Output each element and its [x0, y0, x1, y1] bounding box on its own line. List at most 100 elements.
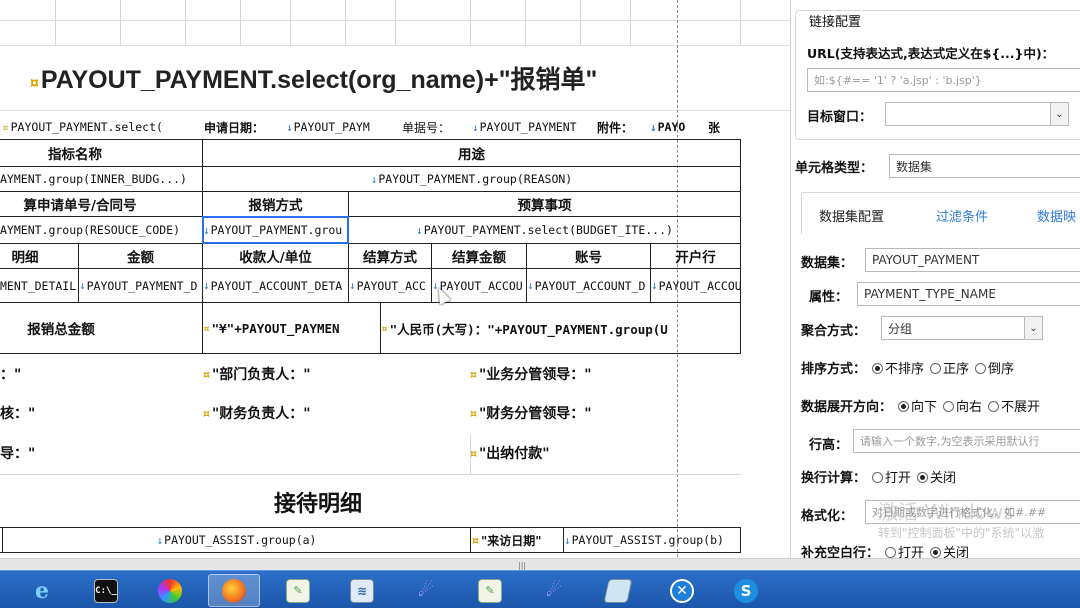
cell-sign-2[interactable]: 核：" [0, 401, 60, 425]
activation-watermark-sub: 转到"控制面板"中的"系统"以激 [878, 526, 1045, 540]
cell-total-label[interactable]: 报销总金额 [0, 303, 122, 353]
radio-sort-asc[interactable] [930, 363, 942, 374]
radio-expand-down[interactable] [898, 401, 910, 412]
cell-assist-b[interactable]: ↓ PAYOUT_ASSIST.group(b) [564, 528, 740, 552]
report-title[interactable]: ¤PAYOUT_PAYMENT.select(org_name)+"报销单" [30, 60, 597, 96]
cell-indicator-header[interactable]: 指标名称 [0, 140, 150, 166]
cell-settle-amount-header[interactable]: 结算金额 [432, 244, 526, 268]
dataset-arrow-icon: ↓ [651, 279, 658, 292]
cell-pay-method-header[interactable]: 报销方式 [203, 192, 348, 216]
cell-amount-value[interactable]: ↓ PAYOUT_PAYMENT_D [79, 269, 202, 302]
dataset-arrow-icon: ↓ [650, 120, 657, 134]
ie-icon[interactable]: e [16, 574, 68, 607]
cell-payee-header[interactable]: 收款人/单位 [203, 244, 348, 268]
eclipse2-icon[interactable]: ☄ [528, 574, 580, 607]
firefox-icon[interactable] [208, 574, 260, 607]
tab-filter[interactable]: 过滤条件 [936, 206, 988, 225]
cell-rmb-expression[interactable]: ¤ "人民币(大写)："+PAYOUT_PAYMENT.group(U [381, 303, 740, 353]
cell-apply-no-header[interactable]: 算申请单号/合同号 [0, 192, 160, 216]
s-app-icon[interactable]: S [720, 574, 772, 607]
dataset-arrow-icon: ↓ [203, 279, 210, 292]
expression-icon: ¤ [2, 120, 9, 134]
monitor-icon[interactable]: ≋ [336, 574, 388, 607]
cell-dept-head[interactable]: ¤ "部门负责人：" [203, 362, 403, 386]
radio-wrap-on[interactable] [872, 472, 884, 483]
cell-attach-value[interactable]: ↓ PAYO [650, 116, 698, 138]
radio-expand-right[interactable] [943, 401, 955, 412]
dataset-arrow-icon: ↓ [472, 120, 479, 134]
cell-reason[interactable]: ↓ PAYOUT_PAYMENT.group(REASON) [203, 167, 740, 191]
radio-sort-desc[interactable] [975, 363, 987, 374]
cell-zhang[interactable]: 张 [708, 116, 738, 138]
tab-dataset-config[interactable]: 数据集配置 [819, 206, 884, 225]
dataset-arrow-icon: ↓ [286, 120, 293, 134]
reception-detail-title[interactable]: 接待明细 [274, 486, 362, 518]
expression-icon: ¤ [203, 321, 210, 335]
chevron-down-icon: ⌄ [1024, 317, 1042, 339]
cell-sign-3[interactable]: 导：" [0, 441, 60, 465]
report-designer-sheet[interactable]: ¤PAYOUT_PAYMENT.select(org_name)+"报销单" ¤… [0, 0, 790, 562]
dataset-arrow-icon: ↓ [79, 279, 86, 292]
cell-total-expression[interactable]: ¤ "¥"+PAYOUT_PAYMEN [203, 303, 380, 353]
notebook-icon[interactable] [592, 574, 644, 607]
cell-apply-date-label[interactable]: 申请日期： [204, 116, 288, 138]
cell-account-no-header[interactable]: 账号 [527, 244, 650, 268]
picasa-icon[interactable] [144, 574, 196, 607]
target-window-label: 目标窗口： [807, 110, 873, 125]
cell-detail-header[interactable]: 明细 [0, 244, 50, 268]
radio-sort-none[interactable] [872, 363, 884, 374]
cell-detail-value[interactable]: MENT_DETAIL [0, 269, 78, 302]
cell-fin-head[interactable]: ¤ "财务负责人：" [203, 401, 403, 425]
cell-resource-code[interactable]: AYMENT.group(RESOUCE_CODE) [0, 217, 202, 243]
eclipse-icon[interactable]: ☄ [400, 574, 452, 607]
cell-doc-no-label[interactable]: 单据号： [402, 116, 472, 138]
cell-apply-date-value[interactable]: ↓ PAYOUT_PAYM [286, 116, 380, 138]
horizontal-scrollbar[interactable]: ||| [0, 558, 1080, 570]
cell-assist-a[interactable]: ↓ PAYOUT_ASSIST.group(a) [3, 528, 470, 552]
radio-wrap-off[interactable] [917, 472, 929, 483]
editor2-icon[interactable]: ✎ [464, 574, 516, 607]
radio-fill-off[interactable] [930, 547, 942, 558]
wrap-label: 换行计算： 打开 关闭 [801, 471, 957, 486]
dataset-arrow-icon: ↓ [564, 533, 571, 547]
cell-amount-header[interactable]: 金额 [79, 244, 202, 268]
cell-account-no-value[interactable]: ↓ PAYOUT_ACCOUNT_D [527, 269, 650, 302]
cell-purpose-header[interactable]: 用途 [203, 140, 740, 166]
cell-budget-item-header[interactable]: 预算事项 [349, 192, 740, 216]
expression-icon: ¤ [470, 446, 477, 460]
url-input[interactable]: 如:${#== '1' ? 'a.jsp' : 'b.jsp'} [807, 68, 1080, 92]
cell-cashier[interactable]: ¤ "出纳付款" [470, 441, 670, 465]
attribute-value[interactable]: PAYMENT_TYPE_NAME [857, 282, 1080, 306]
editor-icon[interactable]: ✎ [272, 574, 324, 607]
dataset-value[interactable]: PAYOUT_PAYMENT [865, 248, 1080, 272]
cell-bank-value[interactable]: ↓ PAYOUT_ACCOU [651, 269, 740, 302]
expression-icon: ¤ [470, 406, 477, 420]
radio-fill-on[interactable] [885, 547, 897, 558]
target-window-select[interactable]: ⌄ [885, 102, 1069, 126]
cmd-icon[interactable]: C:\_ [80, 574, 132, 607]
cell-org-select[interactable]: ¤ PAYOUT_PAYMENT.select( [2, 116, 202, 138]
cell-type-value[interactable]: 数据集 [889, 154, 1080, 178]
dataset-arrow-icon: ↓ [416, 223, 423, 237]
tools-icon[interactable]: ✕ [656, 574, 708, 607]
cell-payee-value[interactable]: ↓ PAYOUT_ACCOUNT_DETA [203, 269, 348, 302]
row-height-input[interactable]: 请输入一个数字,为空表示采用默认行 [853, 429, 1080, 453]
chevron-down-icon: ⌄ [1050, 103, 1068, 125]
radio-expand-none[interactable] [988, 401, 1000, 412]
cell-bank-header[interactable]: 开户行 [651, 244, 740, 268]
cell-biz-leader[interactable]: ¤ "业务分管领导：" [470, 362, 670, 386]
cell-fin-leader[interactable]: ¤ "财务分管领导：" [470, 401, 670, 425]
aggregate-select[interactable]: 分组 ⌄ [881, 316, 1043, 340]
attribute-label: 属性： [809, 290, 849, 305]
cell-inner-budget[interactable]: AYMENT.group(INNER_BUDG...) [0, 167, 202, 191]
cell-type-label: 单元格类型： [795, 161, 874, 176]
cell-visit-date[interactable]: ¤ "来访日期" [472, 528, 563, 552]
cell-settle-method-value[interactable]: ↓ PAYOUT_ACC [349, 269, 431, 302]
cell-doc-no-value[interactable]: ↓ PAYOUT_PAYMENT [472, 116, 594, 138]
cell-attach-label[interactable]: 附件： [597, 116, 651, 138]
cell-sign-1[interactable]: ：" [0, 362, 60, 386]
cell-settle-method-header[interactable]: 结算方式 [349, 244, 431, 268]
property-panel: 链接配置 URL(支持表达式,表达式定义在${...}中)： 如:${#== '… [790, 0, 1080, 562]
cell-budget-item-value[interactable]: ↓ PAYOUT_PAYMENT.select(BUDGET_ITE...) [349, 217, 740, 243]
tab-data-mapping[interactable]: 数据映 [1037, 206, 1076, 225]
